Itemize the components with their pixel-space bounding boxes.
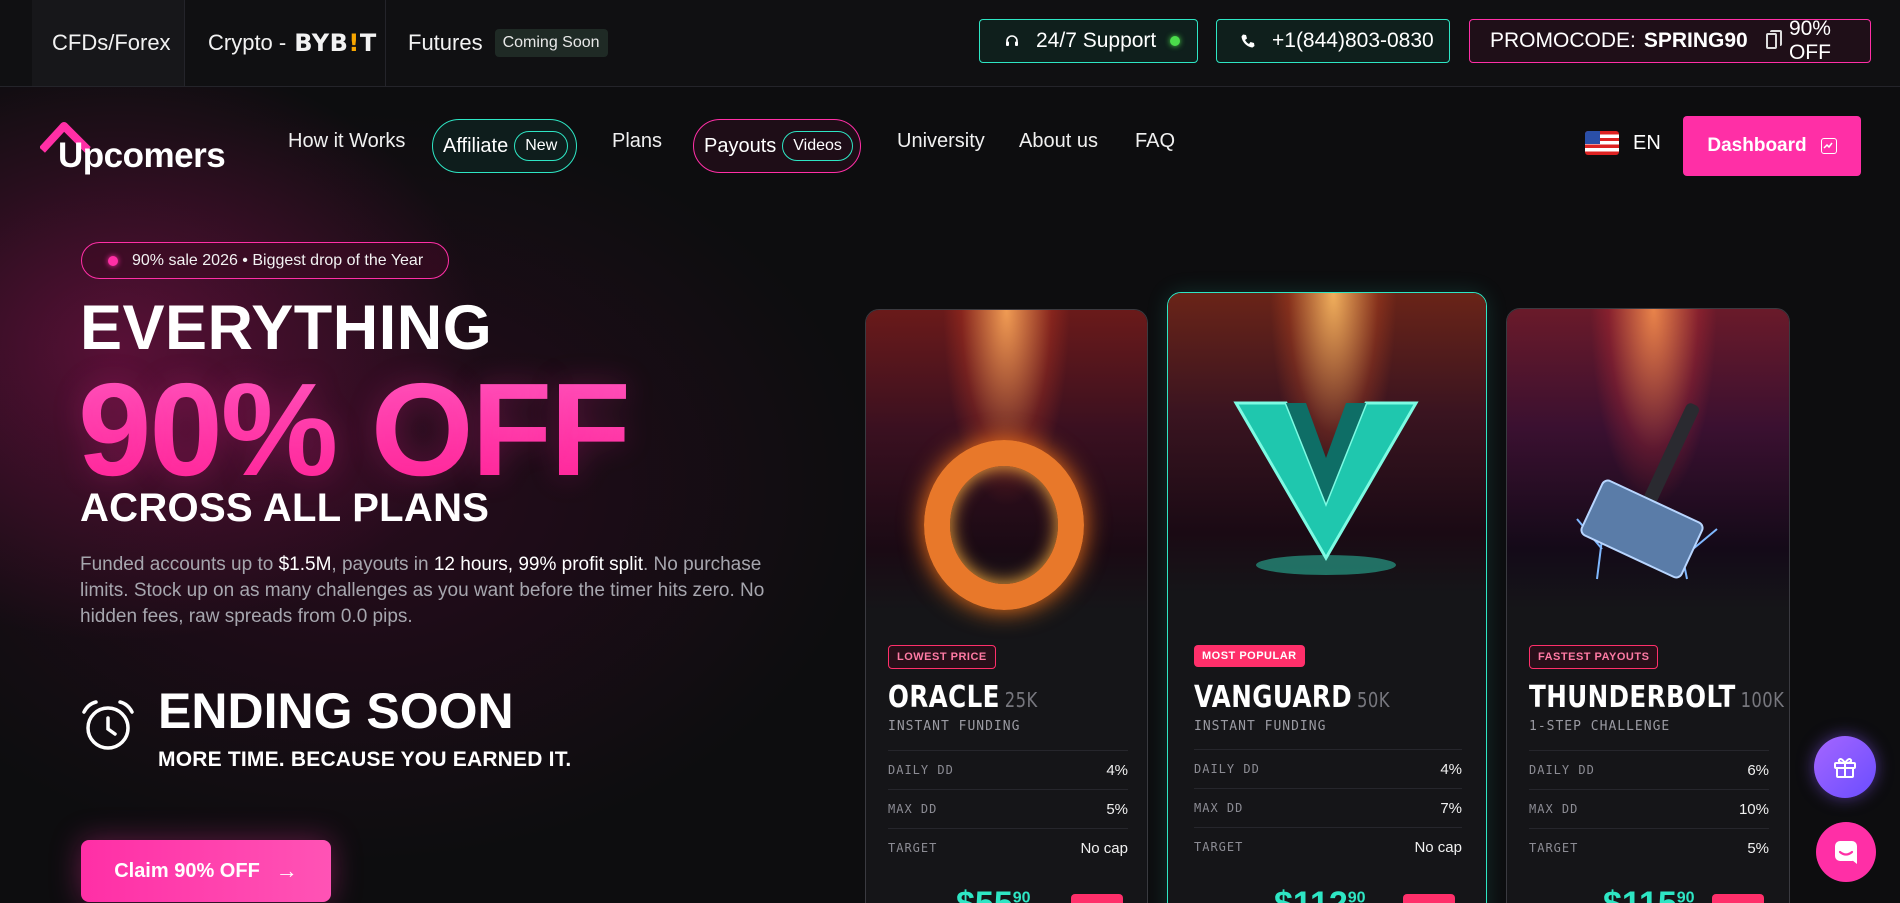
bybit-logo: BYB!T: [294, 29, 377, 57]
plan-tag: FASTEST PAYOUTS: [1529, 645, 1659, 669]
language-label: EN: [1633, 131, 1661, 154]
phone-number: +1(844)803-0830: [1272, 29, 1434, 52]
plan-price: $5590: [956, 885, 1031, 903]
promo-prefix: PROMOCODE:: [1490, 29, 1636, 52]
nav-university[interactable]: University: [897, 130, 985, 153]
videos-badge[interactable]: Videos: [782, 131, 853, 161]
stat-row: MAX DD 10%: [1529, 789, 1769, 828]
sale-badge: 90% sale 2026 • Biggest drop of the Year: [81, 242, 449, 279]
tab-label: Futures: [408, 30, 483, 55]
plan-price: $11590: [1603, 885, 1695, 903]
tab-cfds-forex[interactable]: CFDs/Forex: [32, 0, 184, 86]
plan-name: ORACLE 25K: [888, 680, 1038, 715]
ending-soon-title: ENDING SOON: [158, 683, 514, 739]
nav-payouts-label: Payouts: [704, 134, 777, 157]
chat-icon: [1835, 841, 1857, 864]
plan-name: VANGUARD 50K: [1194, 680, 1390, 715]
ending-soon-subtitle: MORE TIME. BECAUSE YOU EARNED IT.: [158, 748, 572, 771]
buy-button[interactable]: [1071, 894, 1123, 903]
nav-affiliate[interactable]: Affiliate New: [432, 119, 577, 173]
plan-name: THUNDERBOLT 100K: [1529, 680, 1785, 715]
nav-faq[interactable]: FAQ: [1135, 130, 1175, 153]
dashboard-button[interactable]: Dashboard: [1683, 116, 1861, 176]
nav-affiliate-label: Affiliate: [443, 134, 509, 157]
sale-badge-text: 90% sale 2026 • Biggest drop of the Year: [132, 251, 424, 269]
badge-dot: [108, 255, 118, 266]
chat-button[interactable]: [1816, 822, 1876, 882]
phone-icon: [1236, 33, 1260, 49]
hero-description: Funded accounts up to $1.5M, payouts in …: [80, 554, 765, 627]
coming-soon-badge: Coming Soon: [494, 29, 608, 57]
us-flag-icon: [1585, 131, 1619, 155]
support-button[interactable]: 24/7 Support: [979, 19, 1198, 63]
stat-row: DAILY DD 4%: [1194, 749, 1462, 788]
gift-button[interactable]: [1814, 736, 1876, 798]
card-artwork: [1168, 293, 1486, 593]
plan-tag: MOST POPULAR: [1194, 645, 1305, 667]
top-bar: CFDs/Forex Crypto - BYB!T Futures Coming…: [0, 0, 1900, 87]
plan-card-thunderbolt[interactable]: FASTEST PAYOUTS THUNDERBOLT 100K 1-STEP C…: [1506, 308, 1790, 903]
stat-row: MAX DD 5%: [888, 789, 1128, 828]
headset-icon: [1000, 33, 1024, 49]
plan-card-oracle[interactable]: LOWEST PRICE ORACLE 25K INSTANT FUNDING D…: [865, 309, 1148, 903]
hero-heading-discount: 90% OFF: [78, 356, 631, 503]
arrow-right-icon: →: [275, 858, 298, 883]
plan-type: 1-STEP CHALLENGE: [1529, 719, 1671, 734]
nav-about-us[interactable]: About us: [1019, 130, 1098, 153]
stat-row: TARGET 5%: [1529, 828, 1769, 867]
stat-row: TARGET No cap: [1194, 827, 1462, 866]
stat-row: DAILY DD 4%: [888, 750, 1128, 789]
alarm-clock-icon: [82, 700, 134, 750]
hammer-icon: [1576, 403, 1718, 580]
tab-label: CFDs/Forex: [52, 30, 171, 55]
stat-row: TARGET No cap: [888, 828, 1128, 867]
chart-icon: [1820, 138, 1837, 154]
v-emblem-icon: [1233, 401, 1419, 575]
gift-icon: [1834, 758, 1856, 778]
hero-heading-line3: ACROSS ALL PLANS: [80, 486, 490, 530]
nav-how-it-works[interactable]: How it Works: [288, 130, 405, 153]
fire-ring-icon: [924, 440, 1084, 610]
plan-tag: LOWEST PRICE: [888, 645, 996, 669]
buy-button[interactable]: [1712, 894, 1764, 903]
tab-futures[interactable]: Futures Coming Soon: [387, 0, 627, 86]
plan-price: $11290: [1274, 885, 1366, 903]
new-badge: New: [514, 131, 569, 161]
tab-crypto[interactable]: Crypto - BYB!T: [184, 0, 386, 86]
stat-row: DAILY DD 6%: [1529, 750, 1769, 789]
phone-button[interactable]: +1(844)803-0830: [1216, 19, 1450, 63]
upcomers-logo[interactable]: Upcomers: [40, 116, 230, 176]
claim-label: Claim 90% OFF: [114, 859, 260, 882]
promo-discount: 90% OFF: [1788, 17, 1831, 64]
plan-card-vanguard[interactable]: MOST POPULAR VANGUARD 50K INSTANT FUNDING…: [1167, 292, 1487, 903]
promo-code-box[interactable]: PROMOCODE: SPRING90 90% OFF: [1469, 17, 1871, 64]
dashboard-label: Dashboard: [1707, 135, 1807, 156]
tab-label: Crypto -: [208, 30, 287, 55]
nav-plans[interactable]: Plans: [612, 130, 662, 153]
plan-type: INSTANT FUNDING: [1194, 719, 1327, 734]
claim-discount-button[interactable]: Claim 90% OFF →: [81, 840, 331, 902]
support-label: 24/7 Support: [1036, 29, 1157, 52]
card-artwork: [1507, 309, 1789, 609]
promo-code: SPRING90: [1643, 29, 1748, 52]
stat-row: MAX DD 7%: [1194, 788, 1462, 827]
logo-text: Upcomers: [58, 136, 226, 175]
language-selector[interactable]: EN: [1585, 131, 1661, 155]
online-status-dot: [1170, 36, 1181, 46]
card-artwork: [866, 310, 1147, 610]
copy-icon[interactable]: [1765, 30, 1783, 49]
plan-type: INSTANT FUNDING: [888, 719, 1021, 734]
buy-button[interactable]: [1403, 894, 1455, 903]
nav-payouts[interactable]: Payouts Videos: [693, 119, 861, 173]
